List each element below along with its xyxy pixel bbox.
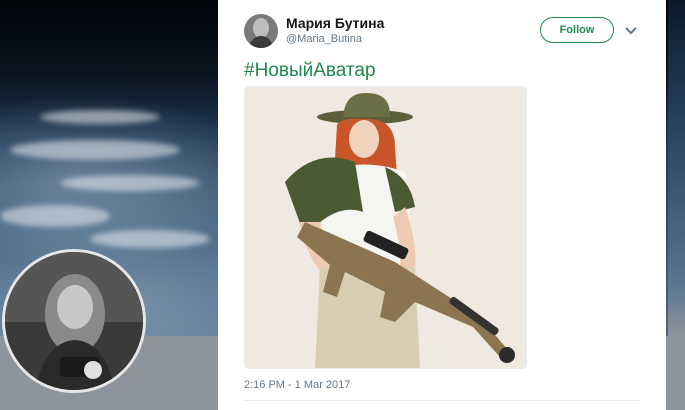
follow-button[interactable]: Follow [540, 17, 614, 43]
tweet-timestamp[interactable]: 2:16 PM - 1 Mar 2017 [244, 379, 350, 391]
chevron-down-icon[interactable] [624, 24, 638, 38]
banner-edge [668, 0, 685, 410]
author-avatar[interactable] [244, 14, 278, 48]
divider [244, 400, 640, 401]
tweet-photo-image [245, 87, 526, 368]
author-handle[interactable]: @Maria_Butina [286, 33, 362, 45]
tweet-card: Мария Бутина @Maria_Butina Follow #Новый… [218, 0, 666, 410]
profile-avatar[interactable] [2, 249, 146, 393]
author-avatar-image [244, 14, 278, 48]
tweet-photo[interactable] [244, 86, 527, 369]
hashtag-link[interactable]: #НовыйАватар [244, 60, 376, 82]
profile-avatar-photo [5, 252, 143, 390]
author-name[interactable]: Мария Бутина [286, 15, 384, 31]
